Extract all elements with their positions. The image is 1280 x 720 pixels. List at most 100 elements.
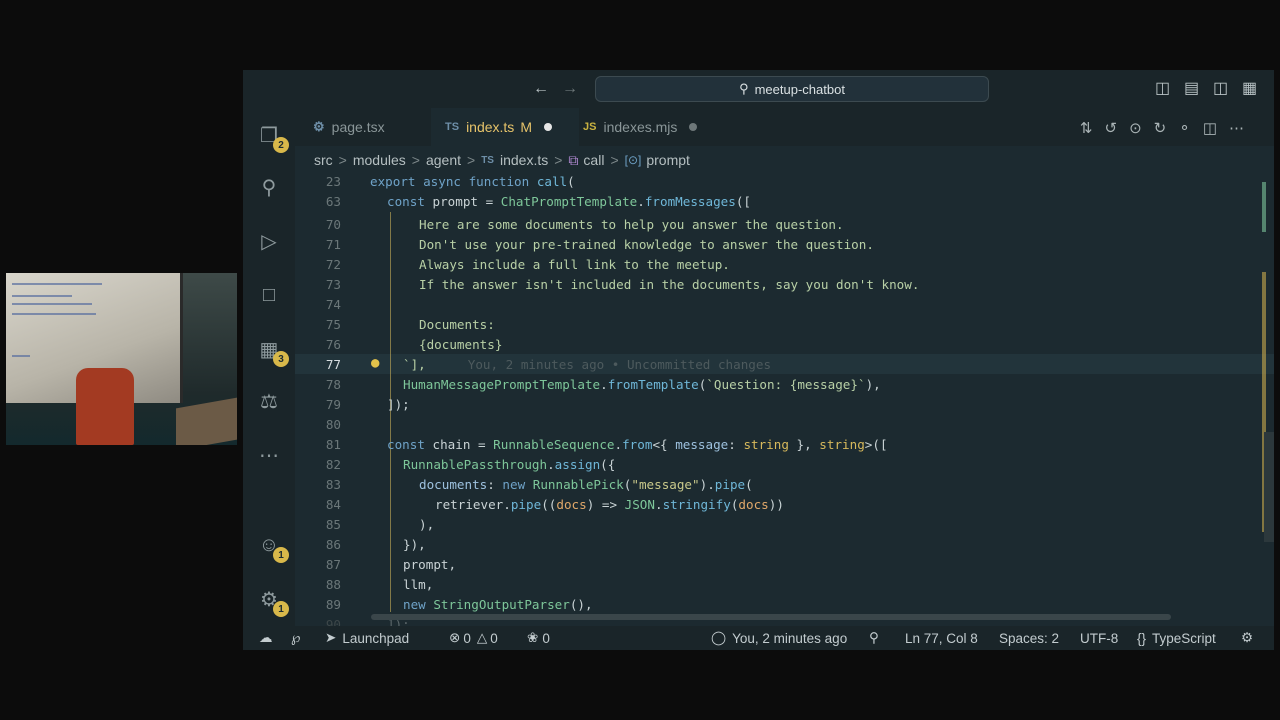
title-bar: ← → ⚲ meetup-chatbot ◫ ▤ ◫ ▦ [243,70,1274,108]
compare-changes-icon[interactable]: ⇅ [1080,120,1105,137]
tab-index-ts[interactable]: TS index.ts M [431,108,579,146]
git-commit-icon[interactable]: ⊙ [1129,120,1154,137]
tab-label: page.tsx [331,119,385,135]
line-number: 73 [325,277,341,292]
search-icon: ⚲ [739,81,749,96]
breadcrumb-item[interactable]: index.ts [500,152,548,168]
command-center-search[interactable]: ⚲ meetup-chatbot [595,76,989,102]
ports-item[interactable]: ❀ 0 [527,626,550,650]
source-control-icon[interactable]: ℘ [291,626,300,650]
code-line: Don't use your pre-trained knowledge to … [419,237,874,252]
account-icon[interactable]: ☺ 1 [255,531,289,563]
line-number: 87 [325,557,341,572]
search-text: meetup-chatbot [754,81,845,97]
more-views-icon[interactable]: ⋯ [255,441,283,469]
settings-gear-icon[interactable]: ⚙ 1 [255,585,289,617]
indentation[interactable]: Spaces: 2 [999,626,1059,650]
search-icon[interactable]: ⚲ [255,173,283,201]
line-number: 77 [325,357,341,372]
code-line: RunnablePassthrough.assign({ [403,457,616,472]
notifications-bell-icon[interactable]: ⚙ [1241,626,1253,650]
problems-item[interactable]: ⊗ 0 △ 0 [449,626,498,650]
code-line: Always include a full link to the meetup… [419,257,730,272]
tab-label: indexes.mjs [603,119,678,135]
line-number: 78 [325,377,341,392]
explorer-badge: 2 [273,137,289,153]
toggle-panel-icon[interactable]: ▤ [1184,81,1199,97]
git-next-icon[interactable]: ↻ [1154,120,1179,137]
variable-icon: [⊙] [624,153,642,167]
line-number: 86 [325,537,341,552]
toggle-primary-sidebar-icon[interactable]: ◫ [1155,81,1170,97]
line-number: 89 [325,597,341,612]
typescript-file-icon: TS [445,121,460,133]
status-bar: ☁ ℘ ➤ Launchpad ⊗ 0 △ 0 ❀ 0 ◯ You, 2 min… [243,626,1274,650]
code-line: {documents} [419,337,503,352]
toggle-secondary-sidebar-icon[interactable]: ◫ [1213,81,1228,97]
settings-badge: 1 [273,601,289,617]
modified-indicator: M [520,119,532,135]
language-mode[interactable]: {} TypeScript [1137,626,1216,650]
unsaved-dot-icon[interactable] [543,123,552,131]
lightbulb-icon[interactable]: ● [371,355,379,371]
cursor-position[interactable]: Ln 77, Col 8 [905,626,978,650]
braces-icon: {} [1137,630,1147,646]
method-icon: ⧉ [568,151,579,168]
git-previous-icon[interactable]: ↺ [1105,120,1130,137]
vertical-scrollbar-thumb[interactable] [1264,432,1274,542]
breadcrumb-item[interactable]: call [583,152,604,168]
breadcrumb-item[interactable]: agent [426,152,461,168]
line-number: 63 [325,194,341,209]
split-editor-icon[interactable]: ◫ [1203,120,1229,137]
horizontal-scrollbar-thumb[interactable] [371,614,1171,620]
line-number: 83 [325,477,341,492]
remote-explorer-icon[interactable]: □ [255,281,283,309]
line-number: 79 [325,397,341,412]
line-number: 81 [325,437,341,452]
activity-bar: ❐ 2 ⚲ ▷ □ ▦ 3 ⚖ ⋯ ☺ 1 ⚙ 1 [243,108,295,626]
testing-icon[interactable]: ⚖ [255,387,283,415]
more-actions-icon[interactable]: ⋯ [1229,120,1256,137]
breadcrumb: src > modules > agent > TS index.ts > ⧉ call… [314,151,690,169]
code-line: documents: new RunnablePick("message").p… [419,477,753,492]
encoding[interactable]: UTF-8 [1080,626,1118,650]
webcam-chair [76,368,134,445]
line-number: 74 [325,297,341,312]
breadcrumb-item[interactable]: modules [353,152,406,168]
extensions-icon[interactable]: ▦ 3 [255,335,289,367]
code-line: Documents: [419,317,495,332]
account-badge: 1 [273,547,289,563]
code-line: Here are some documents to help you answ… [419,217,844,232]
indent-guide [390,212,391,612]
tab-indexes-mjs[interactable]: JS indexes.mjs [583,108,713,146]
breadcrumb-item[interactable]: prompt [646,152,690,168]
explorer-icon[interactable]: ❐ 2 [255,121,289,153]
gitlens-icon[interactable]: ⚬ [1178,120,1203,137]
code-line: const prompt = ChatPromptTemplate.fromMe… [387,194,751,209]
line-number: 70 [325,217,341,232]
settings-file-icon: ⚙ [313,119,325,134]
code-editor[interactable]: 23 63 70 71 72 73 74 75 76 77 78 79 80 8… [295,172,1274,632]
code-line: export async function call( [370,174,575,189]
javascript-file-icon: JS [583,121,597,133]
code-line: const chain = RunnableSequence.from<{ me… [387,437,888,452]
vscode-window: ← → ⚲ meetup-chatbot ◫ ▤ ◫ ▦ ❐ 2 ⚲ ▷ □ ▦… [243,70,1274,650]
forward-arrow-icon[interactable]: → [562,81,578,97]
launchpad-item[interactable]: ➤ Launchpad [325,626,409,650]
editor-actions: ⇅↺⊙↻⚬◫⋯ [1080,119,1256,137]
breadcrumb-item[interactable]: src [314,152,333,168]
remote-icon[interactable]: ☁ [259,626,273,650]
webcam-video-inset [6,273,237,445]
line-number: 85 [325,517,341,532]
back-arrow-icon[interactable]: ← [533,81,549,97]
line-number: 75 [325,317,341,332]
git-blame-item[interactable]: ◯ You, 2 minutes ago [711,626,847,650]
tab-page-tsx[interactable]: ⚙ page.tsx [313,108,431,146]
run-debug-icon[interactable]: ▷ [255,227,283,255]
code-line: ), [419,517,435,532]
zoom-icon[interactable]: ⚲ [869,626,879,650]
customize-layout-icon[interactable]: ▦ [1242,81,1257,97]
line-number: 82 [325,457,341,472]
line-number: 71 [325,237,341,252]
unsaved-dot-icon[interactable] [689,123,698,131]
